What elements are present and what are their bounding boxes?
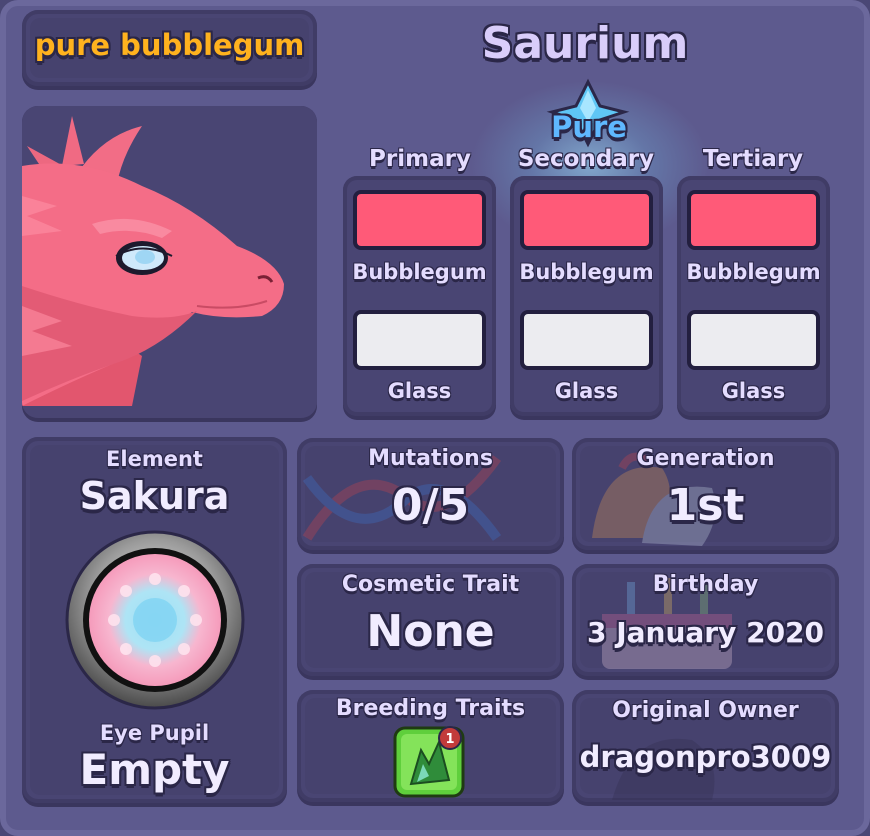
secondary-header: Secondary (517, 146, 655, 172)
birthday-panel[interactable]: Birthday 3 January 2020 (572, 564, 839, 676)
original-owner-value: dragonpro3009 (579, 740, 832, 774)
secondary-color-column: Bubblegum Glass (510, 176, 663, 416)
breeding-traits-panel[interactable]: Breeding Traits 1 (297, 690, 564, 802)
dragon-head-image (22, 106, 317, 418)
original-owner-label: Original Owner (612, 698, 799, 723)
trait-count-badge: 1 (445, 732, 454, 747)
tertiary-color-swatch[interactable] (687, 190, 820, 250)
primary-color-name: Bubblegum (352, 260, 487, 284)
dragon-portrait (22, 106, 317, 418)
element-value: Sakura (79, 474, 230, 518)
eye-orb-icon[interactable] (64, 529, 246, 711)
tertiary-header: Tertiary (702, 146, 804, 172)
green-dragon-trait-icon[interactable]: 1 (393, 724, 469, 800)
secondary-color-name: Bubblegum (519, 260, 654, 284)
original-owner-panel[interactable]: Original Owner dragonpro3009 (572, 690, 839, 802)
primary-color-swatch[interactable] (353, 190, 486, 250)
primary-material-name: Glass (387, 379, 452, 403)
element-panel: Element Sakura Eye Pupil Empty (22, 437, 287, 803)
cosmetic-trait-value: None (366, 606, 495, 657)
generation-value: 1st (666, 480, 745, 531)
generation-label: Generation (636, 446, 775, 471)
tertiary-color-name: Bubblegum (686, 260, 821, 284)
mutations-value: 0/5 (391, 480, 470, 531)
secondary-color-swatch[interactable] (520, 190, 653, 250)
tertiary-material-swatch[interactable] (687, 310, 820, 370)
element-label: Element (106, 447, 203, 471)
birthday-label: Birthday (652, 572, 759, 597)
birthday-value: 3 January 2020 (586, 616, 825, 649)
primary-material-swatch[interactable] (353, 310, 486, 370)
cosmetic-trait-panel[interactable]: Cosmetic Trait None (297, 564, 564, 676)
tertiary-color-column: Bubblegum Glass (677, 176, 830, 416)
tertiary-material-name: Glass (721, 379, 786, 403)
dragon-name: pure bubblegum (34, 28, 305, 62)
eye-pupil-label: Eye Pupil (99, 721, 210, 745)
secondary-material-name: Glass (554, 379, 619, 403)
generation-panel[interactable]: Generation 1st (572, 438, 839, 550)
eye-pupil-value: Empty (79, 745, 230, 794)
mutations-panel[interactable]: Mutations 0/5 (297, 438, 564, 550)
cosmetic-trait-label: Cosmetic Trait (341, 572, 520, 597)
dragon-name-panel[interactable]: pure bubblegum (22, 10, 317, 86)
primary-color-column: Bubblegum Glass (343, 176, 496, 416)
species-title: Saurium (481, 18, 689, 69)
pure-badge-label: Pure (551, 110, 627, 144)
primary-header: Primary (369, 146, 471, 172)
mutations-label: Mutations (368, 446, 493, 471)
breeding-traits-label: Breeding Traits (335, 696, 526, 721)
secondary-material-swatch[interactable] (520, 310, 653, 370)
